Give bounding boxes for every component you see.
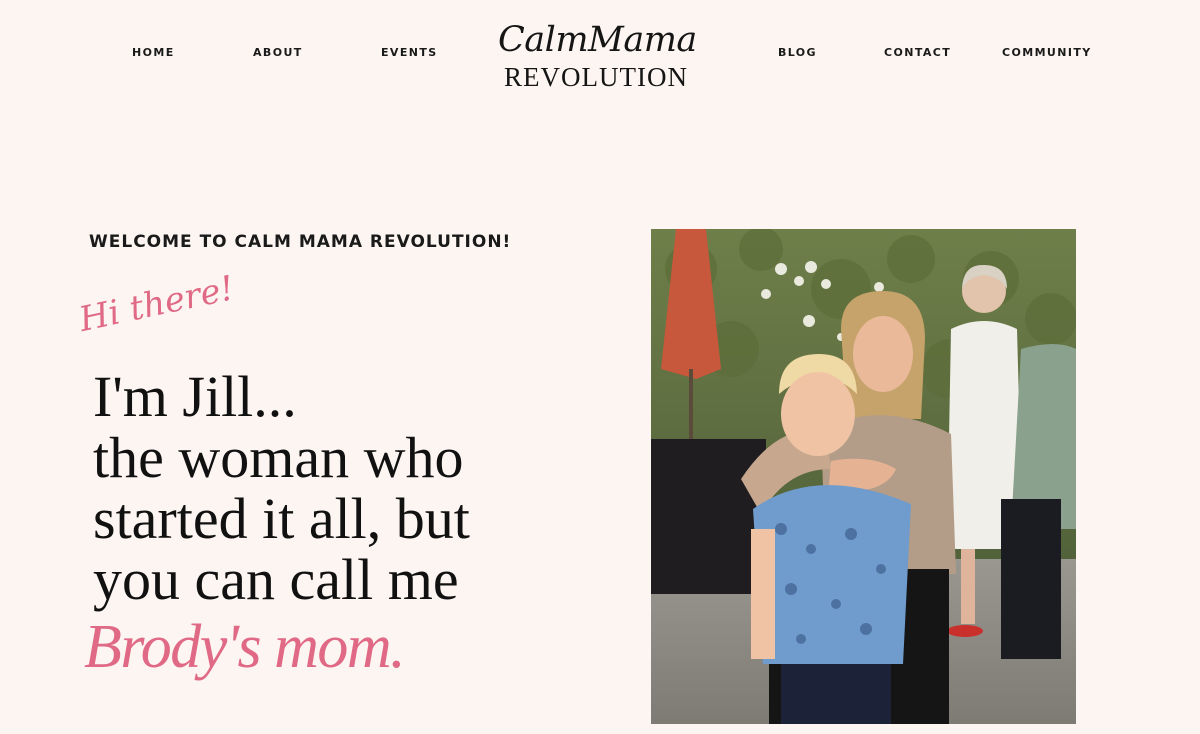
table	[651, 439, 766, 594]
logo-script-text: CalmMama	[498, 20, 697, 60]
boy-shirt	[753, 485, 911, 664]
nav-blog-link[interactable]: BLOG	[778, 46, 817, 59]
nav-community-link[interactable]: COMMUNITY	[1002, 46, 1092, 59]
greeting-script: Hi there!	[75, 268, 238, 340]
nav-events-link[interactable]: EVENTS	[381, 46, 438, 59]
boy-pants	[781, 664, 891, 724]
site-logo[interactable]: CalmMama REVOLUTION	[498, 18, 697, 92]
elder-shoe	[947, 625, 983, 637]
highlight-text: Brody's mom.	[84, 613, 406, 681]
intro-line: the woman who	[93, 425, 464, 490]
elder-legs	[961, 549, 975, 624]
right-person-pants	[1001, 499, 1061, 659]
welcome-heading: WELCOME TO CALM MAMA REVOLUTION!	[89, 232, 512, 252]
mom-face	[853, 316, 913, 392]
hero-photo	[651, 229, 1076, 724]
intro-line: started it all, but	[93, 486, 470, 551]
nav-about-link[interactable]: ABOUT	[253, 46, 303, 59]
intro-headline: I'm Jill... the woman who started it all…	[93, 366, 470, 610]
intro-line: you can call me	[93, 547, 459, 612]
photo-illustration	[651, 229, 1076, 724]
intro-line: I'm Jill...	[93, 364, 297, 429]
boy-face	[781, 372, 855, 456]
logo-subtitle-text: REVOLUTION	[504, 62, 688, 92]
nav-contact-link[interactable]: CONTACT	[884, 46, 951, 59]
nav-home-link[interactable]: HOME	[132, 46, 175, 59]
boy-arm	[751, 529, 775, 659]
